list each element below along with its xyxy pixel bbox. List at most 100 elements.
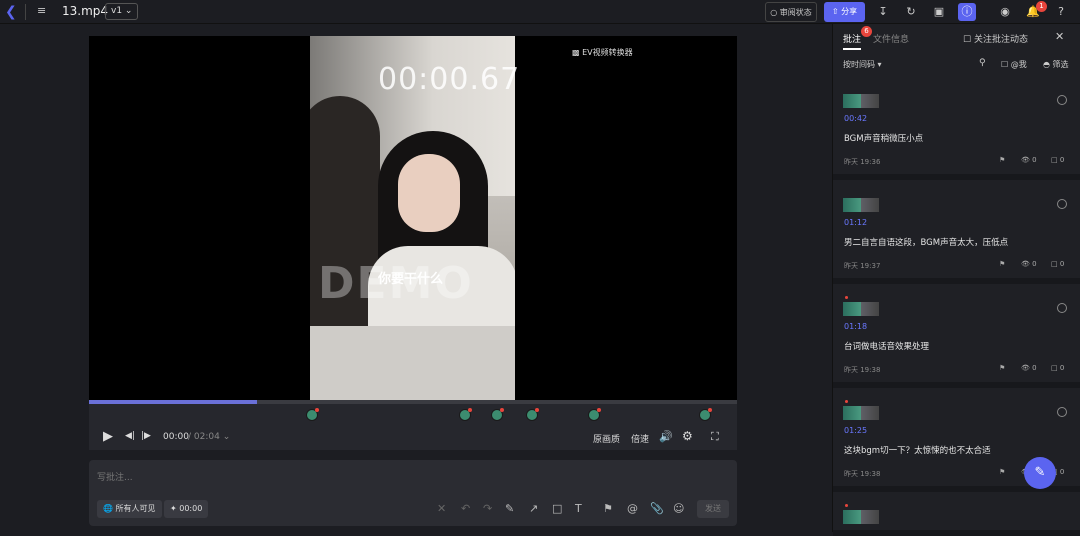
replies-count[interactable]: □ 0 <box>1051 156 1064 164</box>
transfer-icon[interactable]: ↻ <box>902 3 920 21</box>
comment-marker[interactable] <box>699 408 712 421</box>
resolve-radio[interactable] <box>1057 407 1067 417</box>
timestamp-label: 00:00 <box>179 504 203 513</box>
version-dropdown[interactable]: v1 ⌄ <box>105 3 139 20</box>
views-count: 👁 0 <box>1021 364 1037 372</box>
add-comment-fab-icon[interactable]: ✎ <box>1024 457 1056 489</box>
comments-count-badge: 6 <box>861 26 872 37</box>
brush-icon[interactable]: ✎ <box>505 502 514 515</box>
divider <box>25 4 26 20</box>
emoji-icon[interactable]: ☺ <box>673 502 684 515</box>
replies-count[interactable]: □ 0 <box>1051 364 1064 372</box>
panel-tabs: 批注 6 文件信息 ☐ 关注批注动态 ✕ <box>833 24 1080 52</box>
total-time[interactable]: / 02:04 ⌄ <box>188 432 230 442</box>
tag-icon[interactable]: ⚑ <box>603 502 613 515</box>
avatar <box>843 406 879 420</box>
close-icon[interactable]: ✕ <box>1055 30 1064 43</box>
comment-card[interactable]: 01:12 男二自言自语这段，BGM声音太大，压低点 昨天 19:37 ⚑ 👁 … <box>833 184 1080 284</box>
comment-marker[interactable] <box>491 408 504 421</box>
info-icon[interactable]: ⓘ <box>958 3 976 21</box>
fullscreen-icon[interactable]: ⛶ <box>711 430 719 444</box>
replies-value: 0 <box>1059 260 1065 268</box>
image-icon[interactable]: ▣ <box>930 3 948 21</box>
share-button[interactable]: ⇧ 分享 <box>824 2 865 22</box>
views-count: 👁 0 <box>1021 260 1037 268</box>
text-icon[interactable]: T <box>575 502 582 515</box>
views-count: 👁 0 <box>1021 156 1037 164</box>
replies-count[interactable]: □ 0 <box>1051 260 1064 268</box>
volume-icon[interactable]: 🔊 <box>659 430 673 443</box>
mention-icon[interactable]: @ <box>627 502 638 515</box>
follow-label: 关注批注动态 <box>973 35 1028 45</box>
timestamp-pin[interactable]: ✦ 00:00 <box>164 500 209 518</box>
help-icon[interactable]: ? <box>1052 3 1070 21</box>
quality-button[interactable]: 原画质 <box>593 432 620 445</box>
comment-card[interactable]: 00:42 BGM声音稍微压小点 昨天 19:36 ⚑ 👁 0 □ 0 <box>833 80 1080 180</box>
comment-marker[interactable] <box>526 408 539 421</box>
tag-icon[interactable]: ⚑ <box>999 468 1005 476</box>
comment-timecode[interactable]: 00:42 <box>844 114 867 123</box>
filter-label: 筛选 <box>1052 60 1069 69</box>
top-bar: ❮ ≡ 13.mp4 v1 ⌄ ○ 审阅状态 ⇧ 分享 ↧ ↻ ▣ ⓘ ◉ 🔔 … <box>0 0 1080 24</box>
comment-date: 昨天 19:38 <box>844 470 881 478</box>
resolve-radio[interactable] <box>1057 303 1067 313</box>
visibility-selector[interactable]: 🌐 所有人可见 <box>97 500 162 518</box>
avatar <box>843 302 879 316</box>
at-me-checkbox[interactable]: ☐ @我 <box>1001 59 1027 70</box>
filter-button[interactable]: ◓ 筛选 <box>1043 59 1069 70</box>
comment-card[interactable]: 01:18 台词做电话音效果处理 昨天 19:38 ⚑ 👁 0 □ 0 <box>833 288 1080 388</box>
avatar <box>843 94 879 108</box>
search-icon[interactable]: ⚲ <box>979 58 986 68</box>
undo-icon[interactable]: ↶ <box>461 502 470 515</box>
views-value: 0 <box>1032 260 1037 268</box>
sort-dropdown[interactable]: 按时间码 ▾ <box>843 59 882 70</box>
comment-timecode[interactable]: 01:25 <box>844 426 867 435</box>
attachment-icon[interactable]: 📎 <box>650 502 664 515</box>
comment-marker-track <box>89 404 737 426</box>
redo-icon[interactable]: ↷ <box>483 502 492 515</box>
frame-figure-face <box>398 154 460 232</box>
rectangle-icon[interactable]: □ <box>552 502 562 515</box>
follow-checkbox[interactable]: ☐ 关注批注动态 <box>963 32 1028 45</box>
file-title: 13.mp4 <box>62 4 109 18</box>
comment-timecode[interactable]: 01:18 <box>844 322 867 331</box>
send-button[interactable]: 发送 <box>697 500 729 518</box>
views-value: 0 <box>1032 364 1037 372</box>
comment-card[interactable] <box>833 496 1080 536</box>
arrow-icon[interactable]: ↗ <box>529 502 538 515</box>
tab-comments[interactable]: 批注 <box>843 32 862 50</box>
speed-button[interactable]: 倍速 <box>631 432 649 445</box>
comment-marker[interactable] <box>588 408 601 421</box>
timecode-overlay: 00:00.67 <box>378 62 521 97</box>
download-icon[interactable]: ↧ <box>874 3 892 21</box>
visibility-label: 所有人可见 <box>115 504 156 513</box>
settings-icon[interactable]: ⚙ <box>682 429 693 443</box>
video-subtitle: 你要干什么 <box>378 272 444 287</box>
player-controls: ▶ ◀| |▶ 00:00 / 02:04 ⌄ 原画质 倍速 🔊 ⚙ ⛶ <box>89 426 737 450</box>
resolve-radio[interactable] <box>1057 199 1067 209</box>
emblem-icon[interactable]: ◉ <box>996 3 1014 21</box>
views-value: 0 <box>1032 156 1037 164</box>
frame-blanket <box>310 326 515 400</box>
comment-input[interactable]: 写批注... <box>97 470 133 483</box>
comment-text: 男二自言自语这段，BGM声音太大，压低点 <box>844 238 1009 248</box>
comment-timecode[interactable]: 01:12 <box>844 218 867 227</box>
list-icon[interactable]: ≡ <box>37 4 46 17</box>
comment-marker[interactable] <box>306 408 319 421</box>
tab-file-info[interactable]: 文件信息 <box>873 32 909 45</box>
comment-marker[interactable] <box>459 408 472 421</box>
comment-date: 昨天 19:36 <box>844 158 881 166</box>
play-icon[interactable]: ▶ <box>103 429 113 444</box>
avatar <box>843 198 879 212</box>
frame-forward-icon[interactable]: |▶ <box>141 431 151 441</box>
review-status-button[interactable]: ○ 审阅状态 <box>765 2 817 22</box>
clear-icon[interactable]: ✕ <box>437 502 446 515</box>
frame-back-icon[interactable]: ◀| <box>125 431 135 441</box>
unread-dot <box>845 400 848 403</box>
resolve-radio[interactable] <box>1057 95 1067 105</box>
tag-icon[interactable]: ⚑ <box>999 364 1005 372</box>
tag-icon[interactable]: ⚑ <box>999 260 1005 268</box>
share-label: 分享 <box>841 7 858 16</box>
back-chevron-icon[interactable]: ❮ <box>5 4 17 20</box>
tag-icon[interactable]: ⚑ <box>999 156 1005 164</box>
